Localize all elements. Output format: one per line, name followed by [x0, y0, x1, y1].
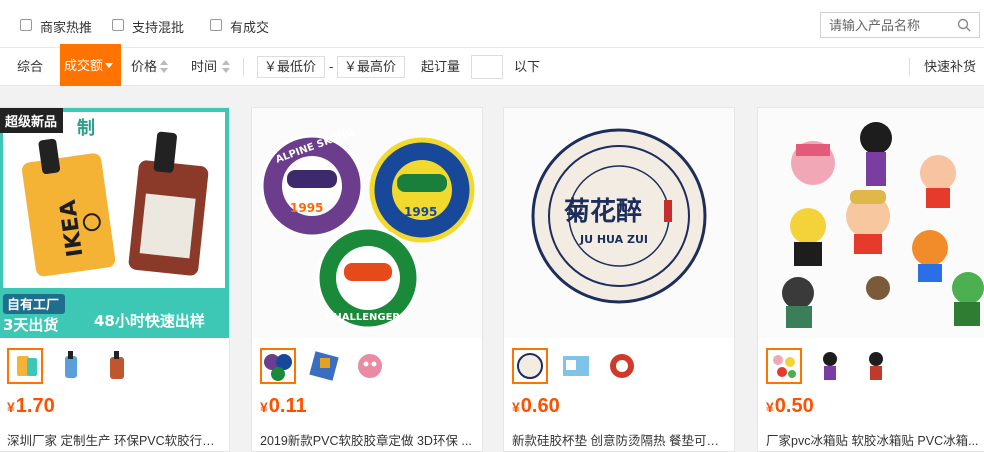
- checkbox-merchant-recommend[interactable]: 商家热推: [20, 17, 92, 36]
- image-text-custom: 制: [77, 118, 95, 139]
- checkbox-has-deals[interactable]: 有成交: [210, 17, 269, 36]
- thumbnail-strip: [512, 348, 640, 384]
- product-price: ¥0.11: [260, 395, 307, 418]
- product-price: ¥1.70: [7, 395, 55, 418]
- thumbnail[interactable]: [306, 348, 342, 384]
- product-title[interactable]: 厂家pvc冰箱贴 软胶冰箱贴 PVC冰箱...: [766, 430, 982, 449]
- price-value: 0.60: [520, 395, 560, 417]
- sort-default[interactable]: 综合: [17, 48, 43, 86]
- product-image[interactable]: 菊花醉 JU HUA ZUI: [504, 108, 734, 338]
- price-value: 0.50: [774, 395, 814, 417]
- checkbox-label: 有成交: [230, 20, 270, 35]
- thumbnail[interactable]: [766, 348, 802, 384]
- price-dash: -: [329, 59, 334, 74]
- product-image[interactable]: 1995 ALPINE SKIING 1995 CHALLENGER: [252, 108, 482, 338]
- image-text-pinyin: JU HUA ZUI: [579, 233, 648, 246]
- chevron-down-icon: [105, 63, 113, 68]
- search-icon[interactable]: [957, 18, 971, 32]
- super-new-badge: 超级新品: [0, 108, 64, 133]
- image-text-own-factory: 自有工厂: [7, 297, 59, 313]
- price-value: 1.70: [15, 395, 55, 417]
- thumbnail[interactable]: [7, 348, 43, 384]
- search-input[interactable]: [821, 13, 951, 37]
- divider: [243, 58, 244, 76]
- thumbnail[interactable]: [260, 348, 296, 384]
- sort-price[interactable]: 价格: [131, 48, 157, 86]
- thumbnail[interactable]: [53, 348, 89, 384]
- checkbox-label: 商家热推: [40, 20, 93, 35]
- currency-symbol: ¥: [260, 399, 268, 415]
- checkbox-box[interactable]: [20, 18, 32, 31]
- price-value: 0.11: [268, 395, 307, 417]
- currency-symbol: ¥: [512, 399, 520, 415]
- thumbnail[interactable]: [352, 348, 388, 384]
- product-title[interactable]: 深圳厂家 定制生产 环保PVC软胶行李...: [7, 430, 223, 449]
- moq-label: 起订量: [421, 59, 461, 74]
- thumbnail-strip: [260, 348, 388, 384]
- max-price-input[interactable]: ￥最高价: [337, 56, 405, 78]
- checkbox-mixed-batch[interactable]: 支持混批: [112, 17, 184, 36]
- sort-by-deal-amount[interactable]: 成交额: [60, 44, 121, 86]
- product-card[interactable]: 菊花醉 JU HUA ZUI ¥0.60 新款硅胶杯垫 创意防烫隔热 餐垫可丝.…: [503, 107, 735, 452]
- product-search: [820, 12, 980, 38]
- sort-arrows-icon: [160, 60, 168, 74]
- image-text-48-hours: 48小时快速出样: [94, 312, 205, 330]
- thumbnail[interactable]: [858, 348, 894, 384]
- product-card[interactable]: 制 IKEA 自有工厂 3天出货 48小时快速出样 超级新品 ¥1.70 深圳厂…: [0, 107, 230, 452]
- image-text-year: 1995: [290, 201, 323, 215]
- product-title[interactable]: 2019新款PVC软胶胶章定做 3D环保 ...: [260, 430, 476, 449]
- filter-bar: 商家热推 支持混批 有成交: [0, 0, 984, 48]
- below-label: 以下: [514, 59, 541, 74]
- image-text-3-days: 3天出货: [3, 316, 58, 334]
- checkbox-box[interactable]: [210, 18, 222, 31]
- sort-active-label: 成交额: [64, 58, 104, 73]
- sort-arrows-icon: [222, 60, 230, 74]
- product-price: ¥0.60: [512, 395, 560, 418]
- thumbnail-strip: [766, 348, 894, 384]
- thumbnail[interactable]: [99, 348, 135, 384]
- thumbnail[interactable]: [812, 348, 848, 384]
- thumbnail-strip: [7, 348, 135, 384]
- product-title[interactable]: 新款硅胶杯垫 创意防烫隔热 餐垫可丝...: [512, 430, 728, 449]
- thumbnail[interactable]: [512, 348, 548, 384]
- thumbnail[interactable]: [604, 348, 640, 384]
- product-card[interactable]: ¥0.50 厂家pvc冰箱贴 软胶冰箱贴 PVC冰箱...: [757, 107, 984, 452]
- divider: [909, 58, 910, 76]
- moq-input[interactable]: [471, 55, 503, 79]
- checkbox-label: 支持混批: [132, 20, 185, 35]
- svg-text:1995: 1995: [404, 205, 437, 219]
- quick-restock-link[interactable]: 快速补货: [924, 48, 976, 86]
- thumbnail[interactable]: [558, 348, 594, 384]
- product-image[interactable]: 制 IKEA 自有工厂 3天出货 48小时快速出样 超级新品: [0, 108, 229, 338]
- image-text-challenger: CHALLENGER: [326, 312, 400, 323]
- currency-symbol: ¥: [766, 399, 774, 415]
- min-price-input[interactable]: ￥最低价: [257, 56, 325, 78]
- product-price: ¥0.50: [766, 395, 814, 418]
- product-card[interactable]: 1995 ALPINE SKIING 1995 CHALLENGER ¥0.11…: [251, 107, 483, 452]
- currency-symbol: ¥: [7, 399, 15, 415]
- sort-time[interactable]: 时间: [191, 48, 217, 86]
- image-text-juhuazui: 菊花醉: [564, 197, 642, 227]
- checkbox-box[interactable]: [112, 18, 124, 31]
- product-image[interactable]: [758, 108, 984, 338]
